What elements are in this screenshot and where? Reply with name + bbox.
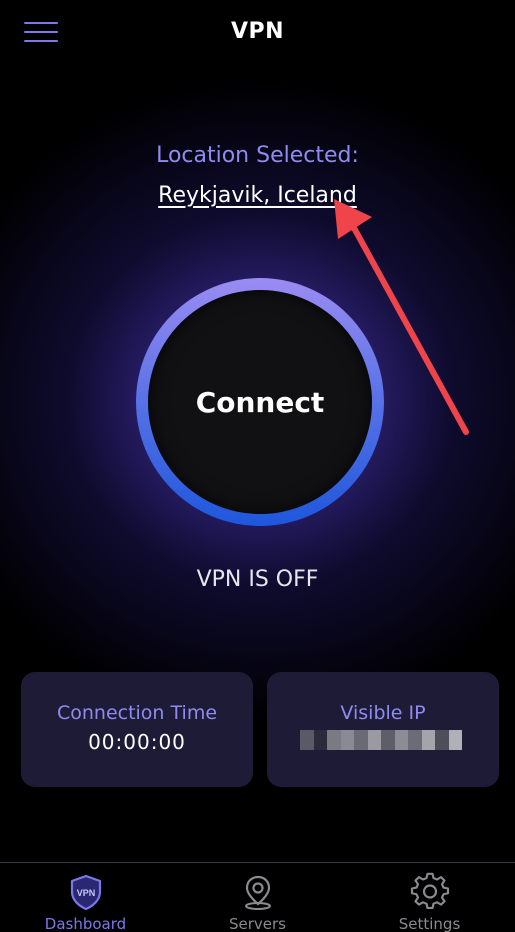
tab-dashboard-label: Dashboard [44,915,127,932]
visible-ip-redacted [300,730,462,750]
visible-ip-card: Visible IP [267,672,499,787]
tab-dashboard[interactable]: VPN Dashboard [0,863,171,932]
tab-servers[interactable]: Servers [172,863,343,932]
tab-settings[interactable]: Settings [344,863,515,932]
vpn-shield-icon: VPN [70,874,101,911]
vpn-status-text: VPN IS OFF [196,567,319,592]
page-title: VPN [230,19,285,44]
visible-ip-title: Visible IP [340,702,426,724]
connect-button[interactable]: Connect [148,290,372,514]
location-selected-label: Location Selected: [156,143,359,168]
tab-servers-label: Servers [228,915,286,932]
connection-time-title: Connection Time [56,702,218,724]
tab-settings-label: Settings [398,915,461,932]
svg-text:VPN: VPN [76,888,95,898]
connection-time-card: Connection Time 00:00:00 [21,672,253,787]
connection-time-value: 00:00:00 [88,730,186,754]
connect-ring: Connect [136,278,384,526]
bottom-tab-bar: VPN Dashboard Servers Settings [0,862,515,932]
vpn-dashboard-screen: VPN Location Selected: Reykjavik, Icelan… [0,0,515,932]
header: VPN [0,0,515,66]
location-pin-icon [244,875,271,910]
gear-icon [410,872,449,910]
